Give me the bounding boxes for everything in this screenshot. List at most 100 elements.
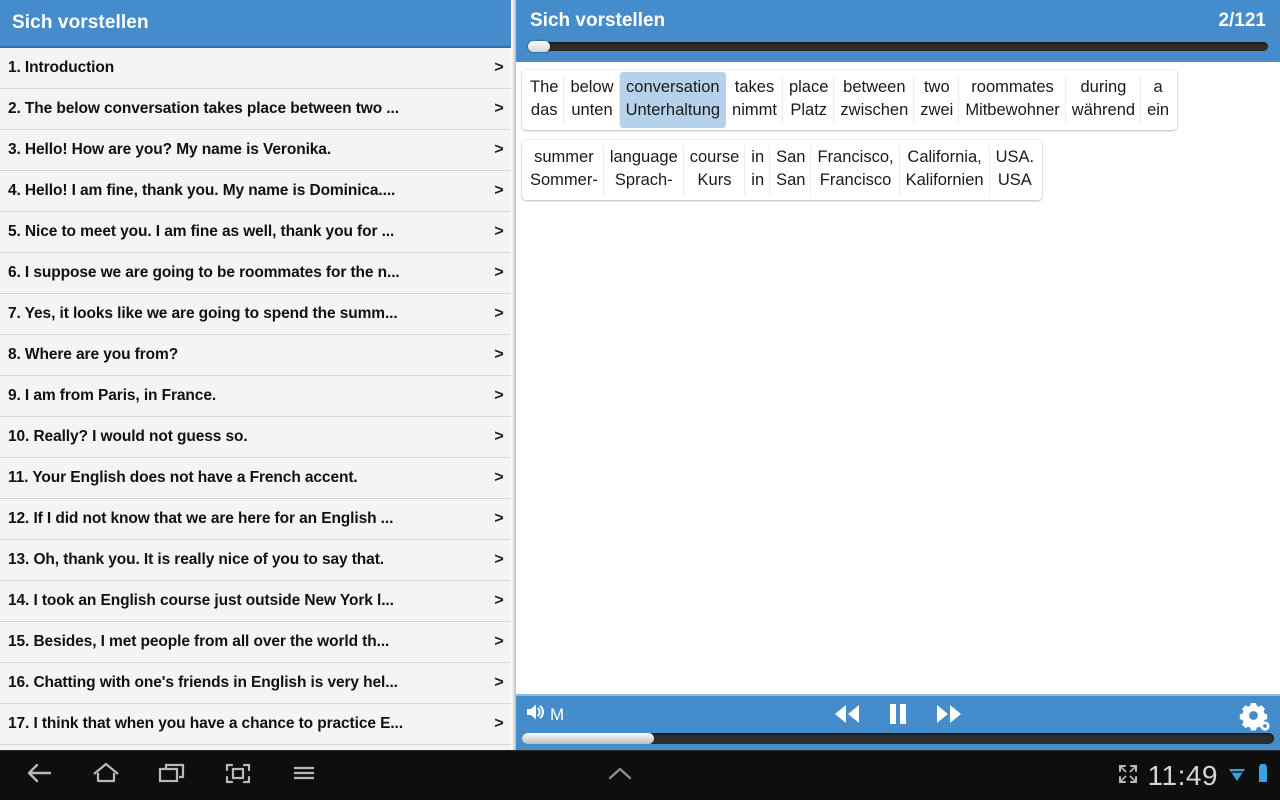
chevron-right-icon: > xyxy=(494,223,504,240)
back-arrow-icon[interactable] xyxy=(24,760,56,791)
word-source: roommates xyxy=(971,78,1054,96)
word-source: The xyxy=(530,78,559,96)
word-translation: San xyxy=(776,171,806,189)
lesson-list-item[interactable]: 12. If I did not know that we are here f… xyxy=(0,499,516,540)
left-panel-title: Sich vorstellen xyxy=(12,12,149,33)
word-source: in xyxy=(751,148,765,166)
status-clock: 11:49 xyxy=(1147,760,1218,791)
lesson-item-label: 15. Besides, I met people from all over … xyxy=(8,633,390,650)
word-pair[interactable]: in in xyxy=(744,142,771,198)
lesson-list-item[interactable]: 16. Chatting with one's friends in Engli… xyxy=(0,663,516,704)
word-pair[interactable]: below unten xyxy=(563,72,620,128)
lesson-item-label: 14. I took an English course just outsid… xyxy=(8,592,394,609)
word-source: course xyxy=(689,148,740,166)
word-pair[interactable]: course Kurs xyxy=(682,142,746,198)
lesson-list-item[interactable]: 4. Hello! I am fine, thank you. My name … xyxy=(0,171,516,212)
word-pair[interactable]: language Sprach- xyxy=(602,142,684,198)
word-translation: ein xyxy=(1147,101,1170,119)
word-pair[interactable]: San San xyxy=(769,142,812,198)
word-source: during xyxy=(1080,78,1127,96)
word-pair[interactable]: roommates Mitbewohner xyxy=(958,72,1066,128)
rewind-icon[interactable] xyxy=(829,700,865,733)
lesson-item-label: 17. I think that when you have a chance … xyxy=(8,715,403,732)
audio-seek-fill xyxy=(522,733,654,744)
android-navigation-bar: 11:49 xyxy=(0,750,1280,800)
lesson-list-item[interactable]: 1. Introduction > xyxy=(0,48,516,89)
lesson-list-item[interactable]: 17. I think that when you have a chance … xyxy=(0,704,516,745)
word-source: San xyxy=(776,148,806,166)
reader-title: Sich vorstellen xyxy=(530,10,666,31)
word-translation: das xyxy=(530,101,558,119)
lesson-list-item[interactable]: 3. Hello! How are you? My name is Veroni… xyxy=(0,130,516,171)
word-translation: Kurs xyxy=(697,171,732,189)
chevron-right-icon: > xyxy=(494,141,504,158)
pause-icon[interactable] xyxy=(885,700,911,733)
word-source: takes xyxy=(734,78,775,96)
player-bar: M xyxy=(516,694,1280,750)
word-pair[interactable]: The das xyxy=(524,72,565,128)
lesson-item-label: 10. Really? I would not guess so. xyxy=(8,428,248,445)
word-pair[interactable]: Francisco, Francisco xyxy=(810,142,900,198)
lesson-list-item[interactable]: 5. Nice to meet you. I am fine as well, … xyxy=(0,212,516,253)
word-pair[interactable]: summer Sommer- xyxy=(524,142,604,198)
lesson-progress-slider[interactable] xyxy=(528,41,1268,52)
word-pair[interactable]: takes nimmt xyxy=(726,72,783,128)
word-pair[interactable]: conversation Unterhaltung xyxy=(618,72,727,128)
lesson-list-item[interactable]: 7. Yes, it looks like we are going to sp… xyxy=(0,294,516,335)
word-translation: Kalifornien xyxy=(905,171,984,189)
word-source: USA. xyxy=(995,148,1035,166)
recent-apps-icon[interactable] xyxy=(156,760,188,791)
fullscreen-icon[interactable] xyxy=(1117,763,1139,790)
audio-seek-slider[interactable] xyxy=(522,733,1274,744)
word-source: below xyxy=(570,78,614,96)
word-pair[interactable]: between zwischen xyxy=(833,72,915,128)
lesson-list[interactable]: 1. Introduction > 2. The below conversatio… xyxy=(0,48,516,750)
lesson-list-item[interactable]: 15. Besides, I met people from all over … xyxy=(0,622,516,663)
word-pair[interactable]: California, Kalifornien xyxy=(898,142,990,198)
word-translation: zwei xyxy=(920,101,954,119)
lesson-list-item[interactable]: 2. The below conversation takes place be… xyxy=(0,89,516,130)
word-pair[interactable]: during während xyxy=(1064,72,1142,128)
word-pair[interactable]: a ein xyxy=(1140,72,1176,128)
word-source: conversation xyxy=(626,78,720,96)
menu-icon[interactable] xyxy=(288,760,320,791)
lesson-list-item[interactable]: 14. I took an English course just outsid… xyxy=(0,581,516,622)
word-pair[interactable]: USA. USA xyxy=(988,142,1041,198)
lesson-item-label: 13. Oh, thank you. It is really nice of … xyxy=(8,551,384,568)
lesson-list-item[interactable]: 8. Where are you from? > xyxy=(0,335,516,376)
word-pair[interactable]: place Platz xyxy=(781,72,835,128)
reader-panel: Sich vorstellen 2/121 The das below unten co… xyxy=(516,0,1280,750)
chevron-right-icon: > xyxy=(494,346,504,363)
lesson-list-item[interactable]: 9. I am from Paris, in France. > xyxy=(0,376,516,417)
lesson-item-label: 11. Your English does not have a French … xyxy=(8,469,358,486)
lesson-item-label: 7. Yes, it looks like we are going to sp… xyxy=(8,305,398,322)
word-source: between xyxy=(843,78,906,96)
fast-forward-icon[interactable] xyxy=(931,700,967,733)
lesson-item-label: 8. Where are you from? xyxy=(8,346,179,363)
word-pair[interactable]: two zwei xyxy=(913,72,960,128)
chevron-right-icon: > xyxy=(494,551,504,568)
lesson-item-label: 4. Hello! I am fine, thank you. My name … xyxy=(8,182,396,199)
lesson-item-label: 5. Nice to meet you. I am fine as well, … xyxy=(8,223,395,240)
lesson-list-item[interactable]: 13. Oh, thank you. It is really nice of … xyxy=(0,540,516,581)
reader-header: Sich vorstellen 2/121 xyxy=(516,0,1280,62)
screenshot-icon[interactable] xyxy=(222,760,254,791)
chevron-right-icon: > xyxy=(494,387,504,404)
lesson-list-item[interactable]: 11. Your English does not have a French … xyxy=(0,458,516,499)
home-icon[interactable] xyxy=(90,760,122,791)
lesson-item-label: 2. The below conversation takes place be… xyxy=(8,100,399,117)
lesson-list-item[interactable]: 6. I suppose we are going to be roommate… xyxy=(0,253,516,294)
word-translation: nimmt xyxy=(732,101,777,119)
word-translation: zwischen xyxy=(840,101,909,119)
lesson-progress-thumb[interactable] xyxy=(528,41,550,52)
word-line: The das below unten conversation Unterhaltung… xyxy=(522,70,1178,130)
word-source: place xyxy=(788,78,829,96)
lesson-item-label: 9. I am from Paris, in France. xyxy=(8,387,217,404)
word-translation: Francisco xyxy=(819,171,892,189)
word-source: language xyxy=(609,148,678,166)
lesson-item-label: 3. Hello! How are you? My name is Veroni… xyxy=(8,141,332,158)
chevron-up-icon[interactable] xyxy=(600,761,640,792)
word-source: two xyxy=(923,78,950,96)
word-translation: USA xyxy=(997,171,1032,189)
lesson-list-item[interactable]: 10. Really? I would not guess so. > xyxy=(0,417,516,458)
